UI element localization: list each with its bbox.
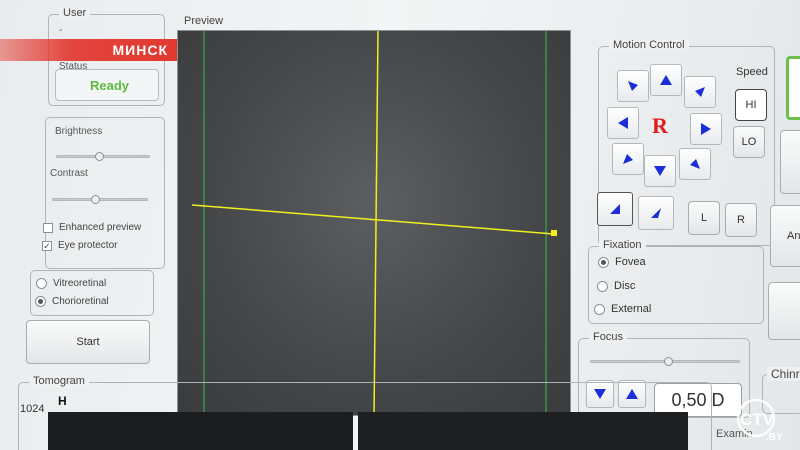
- arrow-down-right-icon: [690, 159, 700, 169]
- tilt-right-button[interactable]: [638, 196, 674, 230]
- mode-group: [30, 270, 154, 316]
- speed-hi-label: HI: [745, 99, 757, 111]
- mode-vitreoretinal[interactable]: Vitreoretinal: [36, 278, 106, 289]
- move-up-button[interactable]: [650, 64, 682, 96]
- brightness-label: Brightness: [55, 126, 103, 137]
- svg-text:CTV: CTV: [740, 410, 775, 429]
- fixation-disc[interactable]: Disc: [597, 280, 635, 292]
- arrow-down-left-icon: [623, 154, 633, 164]
- user-group-title: User: [59, 7, 91, 19]
- move-right-button[interactable]: [690, 113, 722, 145]
- start-button-label: Start: [76, 336, 100, 348]
- fixation-disc-label: Disc: [614, 280, 636, 292]
- contrast-label: Contrast: [50, 168, 88, 179]
- user-value: -: [59, 25, 63, 36]
- crosshair-vertical: [373, 31, 379, 415]
- focus-title: Focus: [589, 331, 627, 343]
- move-up-left-button[interactable]: [617, 70, 649, 102]
- right-panel-button-2-label: An: [787, 230, 800, 242]
- move-down-left-button[interactable]: [612, 143, 644, 175]
- app-window: User - Status Ready МИНСК Brightness Con…: [0, 0, 800, 450]
- right-eye-label: R: [737, 214, 745, 226]
- right-panel-button-1[interactable]: [780, 130, 800, 194]
- left-eye-label: L: [700, 212, 708, 224]
- speed-hi-button[interactable]: HI: [735, 89, 767, 121]
- fixation-external-label: External: [611, 303, 652, 315]
- fixation-external[interactable]: External: [594, 303, 651, 315]
- channel-logo: CTV .BY: [736, 398, 783, 442]
- center-position-label: R: [652, 113, 668, 138]
- move-up-right-button[interactable]: [684, 76, 716, 108]
- arrow-up-icon: [660, 75, 672, 85]
- enhanced-preview-box[interactable]: [43, 222, 53, 233]
- fixation-disc-radio[interactable]: [597, 280, 608, 292]
- speed-lo-label: LO: [741, 136, 757, 148]
- fixation-fovea-label: Fovea: [615, 256, 646, 268]
- start-button[interactable]: Start: [26, 320, 150, 364]
- preview-title: Preview: [180, 15, 228, 27]
- move-down-button[interactable]: [644, 155, 676, 187]
- tomogram-image-right: [358, 412, 688, 450]
- enhanced-preview-label: Enhanced preview: [59, 222, 142, 233]
- preview-image[interactable]: [177, 30, 571, 416]
- mode-chorioretinal-radio[interactable]: [35, 296, 46, 307]
- fixation-title: Fixation: [599, 239, 646, 251]
- arrow-up-right-icon: [695, 87, 705, 97]
- arrow-up-left-icon: [628, 81, 638, 91]
- fixation-fovea[interactable]: Fovea: [598, 256, 646, 268]
- preview-overlay: [191, 31, 557, 415]
- arrow-right-icon: [701, 123, 711, 135]
- city-banner: МИНСК: [0, 39, 178, 61]
- enhanced-preview-checkbox[interactable]: Enhanced preview: [43, 222, 141, 233]
- tomogram-axis-top: 1024: [20, 403, 45, 415]
- brightness-thumb[interactable]: [95, 152, 104, 161]
- right-panel-button-2[interactable]: An: [770, 205, 800, 267]
- arrow-down-icon: [654, 166, 666, 176]
- eye-protector-label: Eye protector: [58, 240, 118, 251]
- tilt-left-button[interactable]: [597, 192, 633, 226]
- focus-thumb[interactable]: [664, 357, 673, 366]
- mode-vitreoretinal-radio[interactable]: [36, 278, 47, 289]
- right-panel-button-3[interactable]: [768, 282, 800, 340]
- tilt-right-icon: [651, 208, 661, 218]
- speed-label: Speed: [736, 66, 768, 78]
- right-eye-button[interactable]: R: [725, 203, 757, 237]
- svg-text:.BY: .BY: [766, 432, 783, 442]
- brightness-slider[interactable]: [56, 152, 150, 161]
- crosshair-horizontal: [191, 204, 555, 235]
- contrast-thumb[interactable]: [91, 195, 100, 204]
- eye-protector-checkbox[interactable]: ✓ Eye protector: [42, 240, 117, 251]
- arrow-left-icon: [618, 117, 628, 129]
- mode-chorioretinal[interactable]: Chorioretinal: [35, 296, 109, 307]
- crosshair-handle: [551, 230, 557, 236]
- motion-control-title: Motion Control: [609, 39, 689, 51]
- move-left-button[interactable]: [607, 107, 639, 139]
- tomogram-orientation: H: [58, 394, 67, 408]
- right-panel-green-button[interactable]: [786, 56, 800, 120]
- tilt-left-icon: [610, 204, 620, 214]
- mode-chorioretinal-label: Chorioretinal: [52, 296, 109, 307]
- contrast-slider[interactable]: [52, 195, 148, 204]
- tomogram-image-left: [48, 412, 353, 450]
- tomogram-title: Tomogram: [29, 375, 89, 387]
- left-eye-button[interactable]: L: [688, 201, 720, 235]
- eye-protector-box[interactable]: ✓: [42, 240, 52, 251]
- move-down-right-button[interactable]: [679, 148, 711, 180]
- city-label: МИНСК: [112, 42, 168, 58]
- fixation-fovea-radio[interactable]: [598, 256, 609, 268]
- focus-slider[interactable]: [590, 357, 740, 366]
- status-value: Ready: [90, 78, 130, 93]
- fixation-external-radio[interactable]: [594, 303, 605, 315]
- mode-vitreoretinal-label: Vitreoretinal: [53, 278, 107, 289]
- speed-lo-button[interactable]: LO: [733, 126, 765, 158]
- chinrest-title: Chinre: [767, 367, 800, 381]
